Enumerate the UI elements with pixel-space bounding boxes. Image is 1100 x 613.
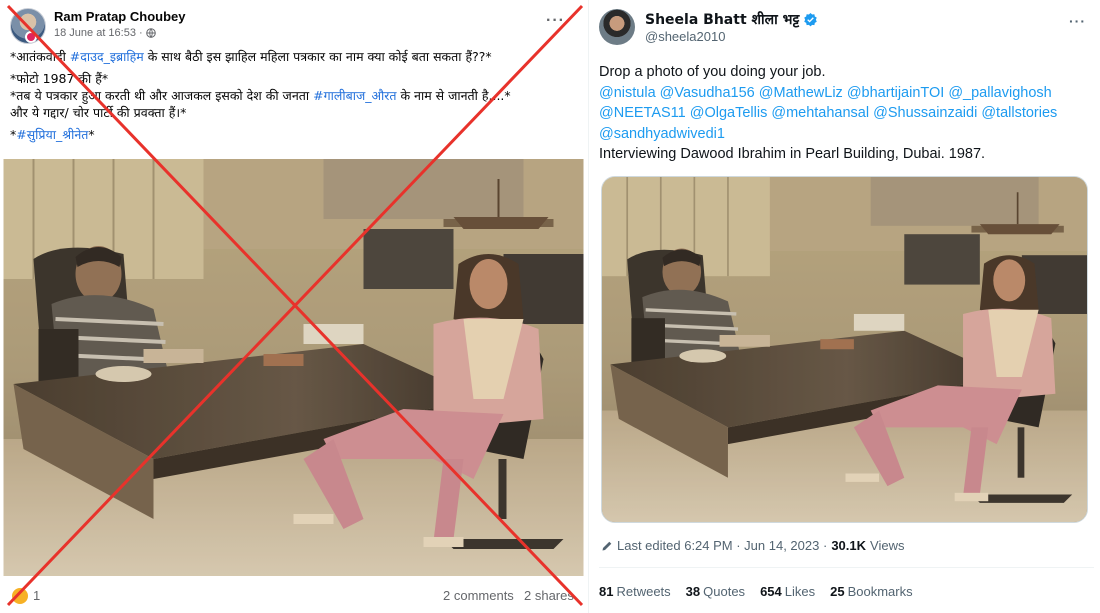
- last-edited-timestamp[interactable]: Last edited 6:24 PM · Jun 14, 2023 ·: [617, 538, 827, 553]
- more-options-icon[interactable]: ···: [546, 12, 565, 30]
- author-display-name[interactable]: Sheela Bhatt शीला भट्ट: [645, 10, 818, 29]
- shares-count[interactable]: 2 shares: [524, 588, 574, 603]
- display-name-text: Sheela Bhatt शीला भट्ट: [645, 12, 800, 28]
- tweet-text-line: Drop a photo of you doing your job.: [599, 64, 826, 80]
- post-caption: *आतंकवादी #दाउद_इब्राहिम के साथ बैठी इस …: [10, 48, 580, 148]
- tweet-meta: Last edited 6:24 PM · Jun 14, 2023 · 30.…: [601, 538, 904, 553]
- quotes-label: Quotes: [703, 584, 746, 599]
- caption-text: और ये गद्दार/ चोर पार्टी की प्रवक्ता हैं…: [10, 105, 187, 120]
- likes-count: 654: [760, 584, 782, 599]
- bookmarks-count: 25: [830, 584, 845, 599]
- hashtag-link[interactable]: #सुप्रिया_श्रीनेत: [16, 127, 88, 142]
- engagement-stats: 81 Retweets 38 Quotes 654 Likes 25 Bookmarks: [599, 584, 913, 599]
- office-photo: [602, 177, 1087, 522]
- author-handle[interactable]: @sheela2010: [645, 29, 725, 44]
- profile-frame-badge: [25, 31, 37, 43]
- author-avatar[interactable]: [10, 8, 46, 44]
- caption-text: *फोटो 1987 की हैं*: [10, 71, 109, 86]
- tweet-photo[interactable]: [601, 176, 1088, 523]
- retweets-label: Retweets: [616, 584, 671, 599]
- tweet: Sheela Bhatt शीला भट्ट @sheela2010 ··· D…: [588, 0, 1100, 613]
- views-count: 30.1K: [831, 538, 867, 553]
- mentions-line[interactable]: @sandhyadwivedi1: [599, 124, 1094, 145]
- pencil-icon: [602, 541, 612, 550]
- more-options-icon[interactable]: ···: [1069, 13, 1086, 29]
- caption-text: *तब ये पत्रकार हुआ करती थी और आजकल इसको …: [10, 88, 314, 103]
- caption-text: के साथ बैठी इस झाहिल महिला पत्रकार का ना…: [143, 49, 492, 64]
- post-footer: 1 2 comments 2 shares: [0, 582, 587, 610]
- hashtag-link[interactable]: #गालीबाज_औरत: [313, 88, 396, 103]
- globe-icon: [145, 28, 156, 38]
- likes-label: Likes: [784, 584, 816, 599]
- bookmarks-stat[interactable]: 25 Bookmarks: [830, 584, 913, 599]
- caption-text: के नाम से जानती है....*: [396, 88, 511, 103]
- facebook-post: Ram Pratap Choubey 18 June at 16:53 · ··…: [0, 0, 587, 613]
- tweet-text: Drop a photo of you doing your job. @nis…: [599, 62, 1094, 165]
- caption-text: *: [88, 127, 95, 142]
- hashtag-link[interactable]: #दाउद_इब्राहिम: [70, 49, 144, 64]
- quotes-count: 38: [685, 584, 701, 599]
- author-name[interactable]: Ram Pratap Choubey: [54, 9, 185, 24]
- post-photo[interactable]: [3, 159, 584, 576]
- tweet-text-line: Interviewing Dawood Ibrahim in Pearl Bui…: [599, 146, 986, 162]
- office-photo: [3, 159, 584, 576]
- divider: [599, 567, 1094, 568]
- likes-stat[interactable]: 654 Likes: [760, 584, 815, 599]
- post-date[interactable]: 18 June at 16:53 ·: [54, 27, 143, 39]
- post-meta: 18 June at 16:53 ·: [54, 27, 156, 39]
- bookmarks-label: Bookmarks: [847, 584, 913, 599]
- retweets-count: 81: [599, 584, 614, 599]
- comments-count[interactable]: 2 comments: [443, 588, 514, 603]
- caption-text: *आतंकवादी: [10, 49, 70, 64]
- verified-badge-icon: [804, 12, 818, 27]
- reaction-icon[interactable]: [12, 588, 28, 604]
- mentions-line[interactable]: @nistula @Vasudha156 @MathewLiz @bhartij…: [599, 83, 1094, 104]
- views-label: Views: [870, 538, 905, 553]
- author-avatar[interactable]: [599, 9, 635, 45]
- retweets-stat[interactable]: 81 Retweets: [599, 584, 671, 599]
- mentions-line[interactable]: @NEETAS11 @OlgaTellis @mehtahansal @Shus…: [599, 103, 1094, 124]
- reaction-count[interactable]: 1: [33, 588, 40, 603]
- quotes-stat[interactable]: 38 Quotes: [686, 584, 745, 599]
